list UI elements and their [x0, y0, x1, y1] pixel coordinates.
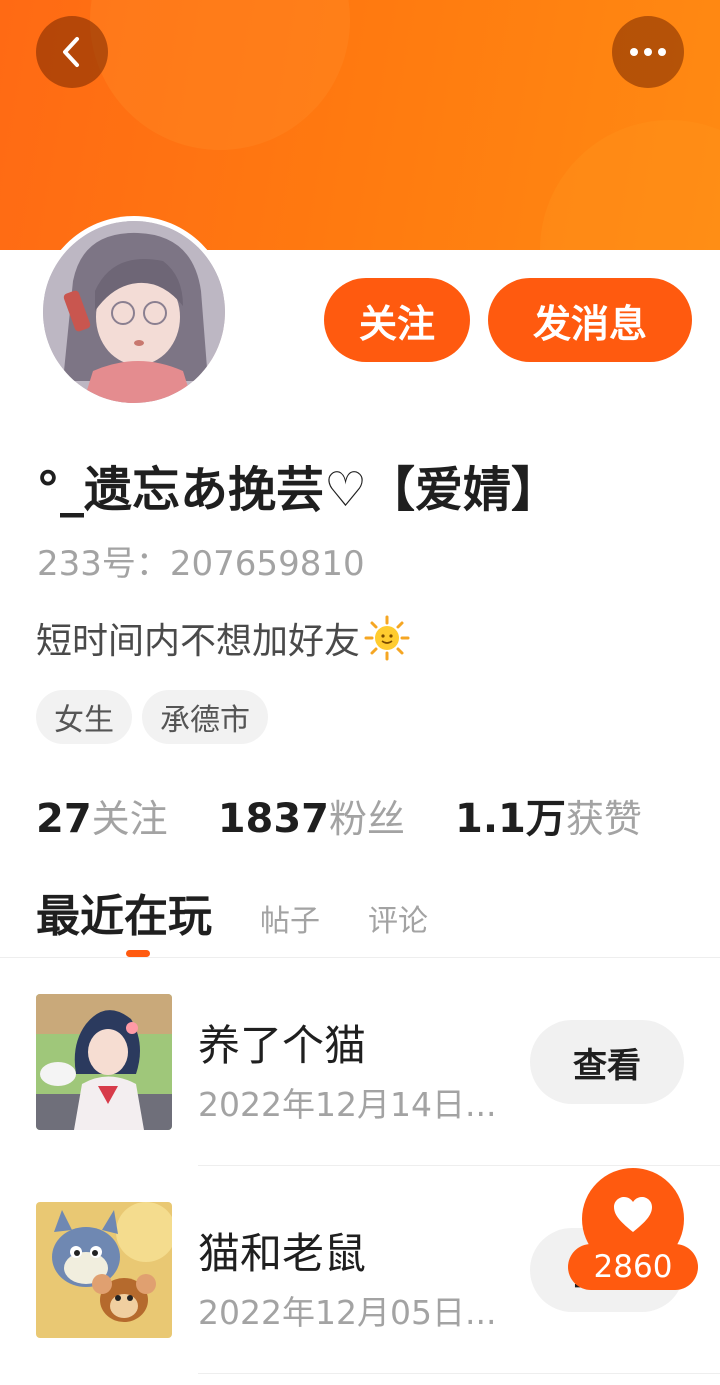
- tab-posts[interactable]: 帖子: [260, 896, 320, 940]
- user-id-value: 207659810: [169, 544, 365, 584]
- stat-fans[interactable]: 1837粉丝: [218, 788, 405, 843]
- like-floating-button[interactable]: 2860: [568, 1168, 700, 1292]
- game-last-played: 2022年12月14日...: [198, 1085, 497, 1124]
- tag-location: 承德市: [142, 690, 268, 744]
- more-button[interactable]: [612, 16, 684, 88]
- back-button[interactable]: [36, 16, 108, 88]
- bio-text: 短时间内不想加好友: [36, 621, 361, 662]
- stat-likes-count: 1.1万: [455, 796, 566, 842]
- avatar-image: [43, 221, 225, 403]
- stat-following-label: 关注: [91, 797, 168, 841]
- tab-recently-played[interactable]: 最近在玩: [36, 880, 212, 944]
- game-thumbnail: [36, 994, 172, 1130]
- user-id-label: 233号：: [37, 544, 170, 584]
- more-dots-icon: [630, 48, 666, 56]
- game-thumbnail: [36, 1202, 172, 1338]
- row-divider: [198, 1373, 720, 1374]
- send-message-button[interactable]: 发消息: [488, 278, 692, 362]
- stat-following-count: 27: [36, 796, 92, 842]
- profile-tabs: 最近在玩 帖子 评论: [36, 880, 428, 944]
- game-title: 养了个猫: [198, 1021, 367, 1070]
- profile-stats: 27关注 1837粉丝 1.1万获赞: [36, 786, 642, 844]
- like-count: 2860: [568, 1244, 698, 1290]
- user-id: 233号：207659810: [37, 536, 365, 585]
- stat-fans-label: 粉丝: [329, 797, 406, 841]
- profile-tags: 女生 承德市: [36, 690, 268, 744]
- stat-likes[interactable]: 1.1万获赞: [455, 786, 642, 844]
- heart-icon: [614, 1197, 652, 1232]
- stat-likes-label: 获赞: [565, 797, 642, 841]
- view-game-button[interactable]: 查看: [530, 1020, 684, 1104]
- bio: 短时间内不想加好友: [36, 612, 410, 664]
- tab-comments[interactable]: 评论: [368, 896, 428, 940]
- game-title: 猫和老鼠: [198, 1229, 367, 1278]
- active-tab-indicator: [126, 950, 150, 957]
- chevron-left-icon: [63, 37, 79, 67]
- list-item[interactable]: 养了个猫 2022年12月14日... 查看: [0, 958, 720, 1166]
- username: °_遗忘あ挽芸♡【爱婧】: [36, 462, 560, 518]
- profile-banner: [0, 0, 720, 252]
- follow-button[interactable]: 关注: [324, 278, 470, 362]
- banner-decoration: [90, 0, 350, 150]
- stat-following[interactable]: 27关注: [36, 788, 168, 843]
- sun-emoji-icon: [364, 615, 410, 661]
- banner-decoration: [540, 120, 720, 252]
- avatar[interactable]: [38, 216, 230, 408]
- tag-gender: 女生: [36, 690, 132, 744]
- stat-fans-count: 1837: [217, 796, 330, 842]
- game-last-played: 2022年12月05日...: [198, 1293, 497, 1332]
